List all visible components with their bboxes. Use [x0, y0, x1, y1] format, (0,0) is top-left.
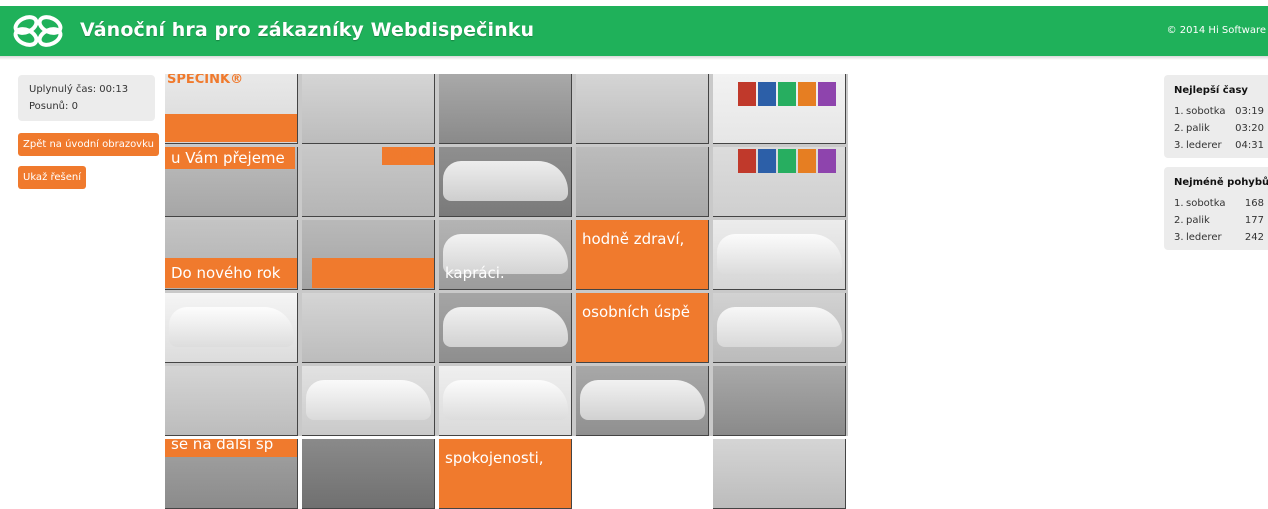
score-row: 1. sobotka 03:19	[1174, 106, 1264, 120]
gift-box-fragment	[778, 82, 796, 106]
score-name: lederer	[1186, 232, 1222, 243]
puzzle-tile[interactable]	[302, 439, 435, 509]
puzzle-tile[interactable]	[713, 293, 846, 363]
puzzle-tile[interactable]: hodně zdraví,	[576, 220, 709, 290]
puzzle-tile[interactable]	[576, 147, 709, 217]
gift-box-fragment	[818, 149, 836, 173]
score-value: 03:19	[1235, 106, 1264, 117]
score-name: palik	[1186, 215, 1210, 226]
best-times-title: Nejlepší časy	[1174, 85, 1248, 96]
puzzle-tile[interactable]: osobních úspě	[576, 293, 709, 363]
score-row: 3. lederer 242	[1174, 232, 1264, 246]
score-value: 03:20	[1235, 123, 1264, 134]
puzzle-tile[interactable]: WEBDI	[302, 147, 435, 217]
tile-text: u Vám přejeme	[171, 149, 285, 167]
tile-text: Do nového rok	[171, 264, 281, 282]
move-counter: Posunů: 0	[29, 101, 78, 112]
score-row: 3. lederer 04:31	[1174, 140, 1264, 154]
score-rank: 1.	[1174, 106, 1184, 117]
puzzle-tile[interactable]: se na další sp	[165, 439, 298, 509]
score-rank: 2.	[1174, 123, 1184, 134]
puzzle-tile[interactable]	[713, 366, 846, 436]
tile-banner-fragment	[312, 258, 434, 288]
puzzle-tile[interactable]	[439, 293, 572, 363]
app-header: Vánoční hra pro zákazníky Webdispečinku …	[0, 6, 1268, 56]
score-name: sobotka	[1186, 198, 1226, 209]
best-times-panel: Nejlepší časy 1. sobotka 03:19 2. palik …	[1164, 75, 1268, 158]
gift-box-fragment	[778, 149, 796, 173]
puzzle-tile[interactable]	[439, 74, 572, 144]
score-row: 2. palik 03:20	[1174, 123, 1264, 137]
puzzle-tile[interactable]: Do nového rok	[165, 220, 298, 290]
score-row: 2. palik 177	[1174, 215, 1264, 229]
puzzle-tile[interactable]	[302, 366, 435, 436]
tile-text: spokojenosti,	[445, 449, 544, 467]
puzzle-tile[interactable]: SPEČINK®	[165, 74, 298, 144]
fewest-moves-panel: Nejméně pohybů 1. sobotka 168 2. palik 1…	[1164, 167, 1268, 250]
car-fragment	[443, 161, 568, 201]
page-title: Vánoční hra pro zákazníky Webdispečinku	[80, 19, 535, 41]
fewest-moves-title: Nejméně pohybů	[1174, 177, 1268, 188]
car-fragment	[580, 380, 705, 420]
puzzle-tile[interactable]	[576, 366, 709, 436]
tile-text: SPEČINK®	[167, 74, 244, 87]
puzzle-tile[interactable]	[576, 74, 709, 144]
puzzle-tile[interactable]	[165, 293, 298, 363]
score-value: 168	[1244, 198, 1264, 209]
gift-box-fragment	[758, 149, 776, 173]
car-fragment	[443, 380, 568, 420]
score-rank: 3.	[1174, 232, 1184, 243]
copyright-text: © 2014 Hi Software	[1166, 25, 1266, 36]
gift-box-fragment	[798, 149, 816, 173]
gift-box-fragment	[798, 82, 816, 106]
tile-text: osobních úspě	[582, 303, 690, 321]
puzzle-tile[interactable]	[302, 220, 435, 290]
sliding-puzzle-board: SPEČINK® u Vám přejeme WEBDI Do nového rok k…	[165, 74, 848, 509]
puzzle-tile[interactable]: kapráci.	[439, 220, 572, 290]
gift-box-fragment	[738, 82, 756, 106]
car-fragment	[717, 234, 842, 274]
elapsed-time: Uplynulý čas: 00:13	[29, 84, 129, 95]
tile-text: WEBDI	[386, 147, 435, 162]
tile-text: hodně zdraví,	[582, 230, 685, 248]
puzzle-tile[interactable]	[713, 220, 846, 290]
back-to-start-button[interactable]: Zpět na úvodní obrazovku	[18, 133, 159, 156]
score-name: sobotka	[1186, 106, 1226, 117]
tile-text: kapráci.	[445, 264, 505, 282]
score-value: 04:31	[1235, 140, 1264, 151]
puzzle-tile[interactable]: u Vám přejeme	[165, 147, 298, 217]
puzzle-tile[interactable]	[713, 74, 846, 144]
puzzle-tile[interactable]	[439, 147, 572, 217]
gift-box-fragment	[758, 82, 776, 106]
puzzle-tile[interactable]	[302, 293, 435, 363]
score-value: 242	[1244, 232, 1264, 243]
puzzle-tile[interactable]	[165, 366, 298, 436]
car-fragment	[306, 380, 431, 420]
gift-box-fragment	[738, 149, 756, 173]
score-name: palik	[1186, 123, 1210, 134]
score-row: 1. sobotka 168	[1174, 198, 1264, 212]
car-fragment	[443, 307, 568, 347]
score-rank: 2.	[1174, 215, 1184, 226]
score-rank: 3.	[1174, 140, 1184, 151]
header-divider	[0, 56, 1268, 60]
tile-text: se na další sp	[171, 439, 274, 453]
gift-box-fragment	[818, 82, 836, 106]
puzzle-tile[interactable]: spokojenosti,	[439, 439, 572, 509]
score-name: lederer	[1186, 140, 1222, 151]
car-fragment	[717, 307, 842, 347]
score-value: 177	[1244, 215, 1264, 226]
score-rank: 1.	[1174, 198, 1184, 209]
tile-banner-fragment	[165, 114, 297, 142]
puzzle-tile[interactable]	[302, 74, 435, 144]
show-solution-button[interactable]: Ukaž řešení	[18, 166, 87, 189]
logo-icon	[13, 15, 63, 47]
puzzle-tile[interactable]	[439, 366, 572, 436]
game-stats-panel: Uplynulý čas: 00:13 Posunů: 0	[18, 75, 155, 121]
puzzle-tile[interactable]	[713, 439, 846, 509]
puzzle-tile[interactable]	[713, 147, 846, 217]
car-fragment	[169, 307, 294, 347]
